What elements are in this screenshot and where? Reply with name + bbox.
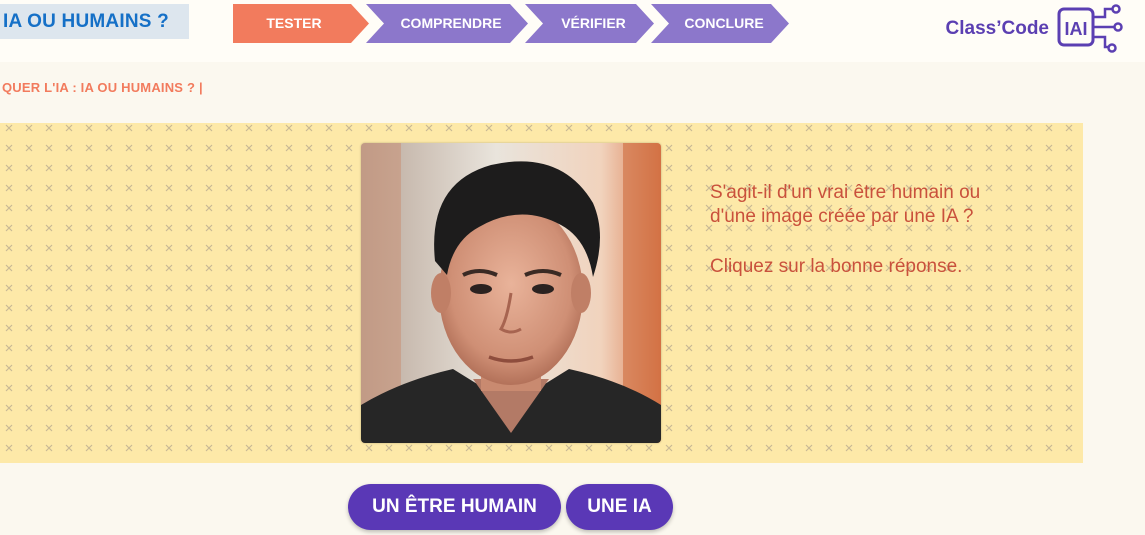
instruction-text: Cliquez sur la bonne réponse. bbox=[710, 256, 963, 277]
step-label: VÉRIFIER bbox=[561, 15, 626, 31]
portrait-image bbox=[361, 143, 661, 443]
portrait-photo-icon bbox=[361, 143, 661, 443]
step-tester[interactable]: TESTER bbox=[233, 4, 369, 43]
question-text: S'agit-il d'un vrai être humain ou d'une… bbox=[710, 182, 981, 227]
step-comprendre[interactable]: COMPRENDRE bbox=[366, 4, 528, 43]
step-conclure[interactable]: CONCLURE bbox=[651, 4, 789, 43]
brand-logo[interactable]: Class’Code IAI bbox=[946, 3, 1127, 55]
step-label: TESTER bbox=[266, 15, 322, 31]
breadcrumb: QUER L'IA : IA OU HUMAINS ? | bbox=[2, 80, 203, 95]
question-panel: S'agit-il d'un vrai être humain ou d'une… bbox=[710, 181, 1010, 279]
step-label: CONCLURE bbox=[684, 15, 764, 31]
brand-name: Class’Code bbox=[945, 18, 1049, 39]
ai-chip-icon: IAI bbox=[1057, 4, 1123, 53]
step-verifier[interactable]: VÉRIFIER bbox=[525, 4, 654, 43]
top-bar: IA OU HUMAINS ? TESTER COMPRENDRE VÉRIFI… bbox=[0, 0, 1145, 62]
answer-ai-button[interactable]: UNE IA bbox=[566, 484, 673, 530]
step-label: COMPRENDRE bbox=[400, 15, 502, 31]
brand-badge: IAI bbox=[1064, 19, 1087, 39]
answer-human-button[interactable]: UN ÊTRE HUMAIN bbox=[348, 484, 561, 530]
app-title: IA OU HUMAINS ? bbox=[0, 4, 189, 39]
